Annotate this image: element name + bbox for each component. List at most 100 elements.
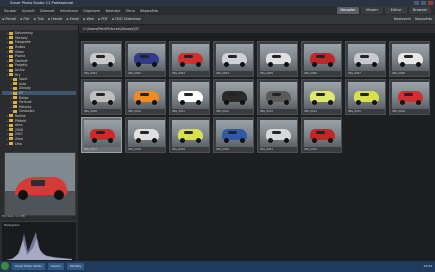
toolbar-button-0[interactable]: Pořadí	[2, 17, 16, 21]
folder-icon	[9, 59, 13, 63]
toolbar-right-button-1[interactable]: Nápověda	[415, 17, 432, 21]
wheel-shape	[152, 100, 157, 105]
thumbnail[interactable]: IMG_0005	[257, 41, 298, 77]
mode-tab-0[interactable]: Manažer	[337, 7, 359, 14]
folder-icon	[9, 36, 13, 40]
folder-icon	[9, 119, 13, 123]
thumbnail-image	[128, 82, 165, 109]
folder-label: Závody	[19, 86, 31, 91]
wheel-shape	[152, 62, 157, 67]
maximize-button[interactable]	[421, 1, 426, 5]
wheel-shape	[224, 138, 229, 143]
menu-item-4[interactable]: Organizer	[83, 9, 101, 13]
folder-icon	[13, 105, 17, 109]
thumbnail[interactable]: IMG_0013	[257, 79, 298, 115]
thumbnail-caption: IMG_0010	[128, 110, 141, 113]
toolbar-button-3[interactable]: Hledat	[48, 17, 62, 21]
folder-item[interactable]: + Léto	[2, 141, 76, 146]
menu-item-3[interactable]: Informace	[60, 9, 78, 13]
wheel-shape	[196, 138, 201, 143]
menu-item-6[interactable]: Okno	[125, 9, 134, 13]
mode-tab-1[interactable]: Viewer	[361, 7, 383, 14]
toolbar-button-1[interactable]: Filtr	[20, 17, 29, 21]
folder-label: Rodina	[15, 113, 26, 118]
menu-item-5[interactable]: Nástroje	[105, 9, 120, 13]
thumbnail-image	[260, 120, 297, 147]
wheel-shape	[400, 62, 405, 67]
toolbar-right: Nastavení Nápověda	[394, 17, 432, 21]
taskbar: Zoner Photo Studio Soubor Obrázky 14:32	[0, 261, 435, 272]
toolbar-button-5[interactable]: Web	[83, 17, 93, 21]
folder-label: Archiv	[15, 68, 25, 73]
thumbnail-image	[304, 44, 341, 71]
wheel-shape	[108, 100, 113, 105]
toolbar-button-6[interactable]: PDF	[98, 17, 108, 21]
thumbnail[interactable]: IMG_0018	[125, 117, 166, 153]
thumbnail[interactable]: IMG_0020	[213, 117, 254, 153]
thumbnail[interactable]: IMG_0006	[301, 41, 342, 77]
taskbar-item-2[interactable]: Obrázky	[66, 263, 85, 270]
folder-label: 2007	[15, 132, 23, 137]
thumbnail[interactable]: IMG_0017	[81, 117, 122, 153]
folder-label: Zima	[15, 136, 23, 141]
thumbnail[interactable]: IMG_0012	[213, 79, 254, 115]
toolbar-button-7[interactable]: DVD Slideshow	[112, 17, 141, 21]
close-button[interactable]	[428, 1, 433, 5]
thumbnail-caption: IMG_0016	[392, 110, 405, 113]
thumbnail[interactable]: IMG_0008	[389, 41, 430, 77]
thumbnail[interactable]: IMG_0022	[301, 117, 342, 153]
wheel-shape	[416, 62, 421, 67]
toolbar-right-button-0[interactable]: Nastavení	[394, 17, 411, 21]
mode-tab-3[interactable]: Browser	[409, 7, 431, 14]
folder-label: Hry	[15, 72, 21, 77]
thumbnail[interactable]: IMG_0021	[257, 117, 298, 153]
thumbnail[interactable]: IMG_0001	[81, 41, 122, 77]
thumbnail[interactable]: IMG_0014	[301, 79, 342, 115]
folder-icon	[13, 82, 17, 86]
thumbnail[interactable]: IMG_0004	[213, 41, 254, 77]
menu-item-1[interactable]: Upravit	[22, 9, 35, 13]
taskbar-item-1[interactable]: Soubor	[47, 263, 64, 270]
folder-panel-header	[0, 25, 78, 30]
menu-item-2[interactable]: Zobrazit	[40, 9, 55, 13]
folder-label: Akce	[15, 123, 23, 128]
thumbnail[interactable]: IMG_0007	[345, 41, 386, 77]
folder-label: Rallye	[19, 95, 29, 100]
toolbar-button-2[interactable]: Tisk	[34, 17, 44, 21]
folder-path[interactable]: C:\Users\Petr\Pictures\Závody\GT	[83, 27, 139, 31]
menu-bar: Soubor Upravit Zobrazit Informace Organizer N…	[0, 7, 435, 15]
thumbnail[interactable]: IMG_0009	[81, 79, 122, 115]
thumbnail[interactable]: IMG_0011	[169, 79, 210, 115]
menu-items: Soubor Upravit Zobrazit Informace Organizer N…	[4, 9, 158, 13]
wheel-shape	[284, 138, 289, 143]
thumbnail-image	[128, 44, 165, 71]
folder-icon	[9, 114, 13, 118]
thumbnail-image	[84, 120, 121, 147]
minimize-button[interactable]	[414, 1, 419, 5]
folder-label: Video	[15, 49, 24, 54]
thumbnail[interactable]: IMG_0003	[169, 41, 210, 77]
histogram-label: Histogram	[4, 223, 20, 227]
toolbar-button-4[interactable]: Email	[66, 17, 79, 21]
menu-item-0[interactable]: Soubor	[4, 9, 17, 13]
start-button[interactable]	[1, 262, 9, 270]
thumbnail[interactable]: IMG_0016	[389, 79, 430, 115]
window-controls	[414, 1, 433, 5]
thumbnail-caption: IMG_0009	[84, 110, 97, 113]
mode-tab-2[interactable]: Editor	[385, 7, 407, 14]
folder-icon	[9, 123, 13, 127]
thumbnail[interactable]: IMG_0002	[125, 41, 166, 77]
thumbnail[interactable]: IMG_0015	[345, 79, 386, 115]
thumbnail-image	[84, 82, 121, 109]
wheel-shape	[136, 100, 141, 105]
thumbnail-caption: IMG_0008	[392, 72, 405, 75]
folder-icon	[13, 77, 17, 81]
menu-item-7[interactable]: Nápověda	[140, 9, 158, 13]
thumbnail[interactable]: IMG_0010	[125, 79, 166, 115]
taskbar-item-0[interactable]: Zoner Photo Studio	[12, 263, 45, 270]
thumbnail-caption: IMG_0004	[216, 72, 229, 75]
thumbnail[interactable]: IMG_0019	[169, 117, 210, 153]
wheel-shape	[416, 100, 421, 105]
thumbnail-image	[304, 120, 341, 147]
wheel-shape	[312, 62, 317, 67]
